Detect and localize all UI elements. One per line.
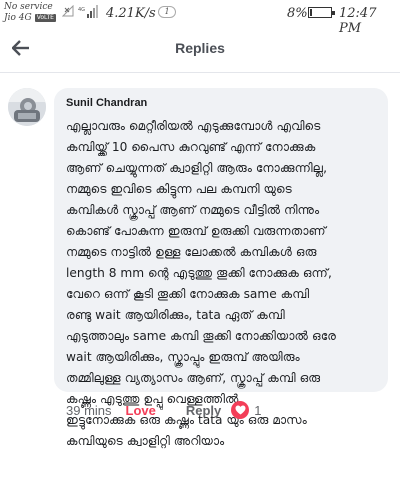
volte-badge: VoLTE [34, 14, 56, 22]
comment-author[interactable]: Sunil Chandran [66, 97, 376, 109]
comment-line: വേറെ ഒന്ന് കൂടി തൂക്കി നോക്കുക same കമ്പ… [66, 287, 310, 301]
comment-line: നമ്മുടെ ഇവിടെ കിട്ടുന്ന പല കമ്പനി യുടെ [66, 182, 292, 196]
comment-actions: 39 mins Love Reply 1 [66, 400, 262, 420]
no-signal-icon [62, 5, 74, 17]
love-button[interactable]: Love [126, 403, 156, 418]
heart-icon[interactable] [231, 401, 250, 419]
battery-cap [332, 11, 335, 15]
heart-glyph [235, 405, 246, 415]
signal-icon: 4G [78, 5, 98, 18]
comment-line: നമ്മുടെ നാട്ടിൽ ഉള്ള ലോക്കൽ കമ്പികൾ ഒരു [66, 245, 317, 259]
comment-timestamp: 39 mins [66, 402, 112, 418]
avatar[interactable] [8, 88, 46, 126]
carrier-label: Jio 4G [4, 13, 32, 23]
comment-line: എടുത്താലും same കമ്പി തൂക്കി നോക്കിയാൽ ഒ… [66, 329, 336, 343]
comment-line: കമ്പിയ്ക്ക് 10 പൈസ കുറവുണ്ട് എന്ന് നോക്ക… [66, 140, 316, 154]
comment-line: ആണ് ചെയ്യുന്നത് ക്വാളിറ്റി ആരും നോക്കുന്… [66, 161, 327, 175]
comment-line: length 8 mm ന്റെ എടുത്തു തൂക്കി നോക്കുക … [66, 266, 332, 280]
notification-badge: 1 [158, 6, 176, 18]
carrier-status: No service [4, 2, 53, 12]
battery-fill [310, 9, 312, 16]
status-bar: No service Jio 4G VoLTE 4G 4.21K/s 1 8% … [0, 0, 400, 36]
battery-percent: 8% [287, 6, 308, 21]
page-title: Replies [175, 40, 225, 56]
reply-button[interactable]: Reply [186, 403, 221, 418]
comment-line: കമ്പിയുടെ ക്വാളിറ്റി അറിയാം [66, 434, 225, 448]
comment-line: രണ്ടു wait ആയിരിക്കും, tata ഏത് കമ്പി [66, 308, 285, 322]
comment-line: എല്ലാവരും മെറ്റീരിയൽ എടുക്കുമ്പോൾ എവിടെ [66, 119, 321, 133]
comment-line: തമ്മിലുള്ള വ്യത്യാസം ആണ്, സ്ക്രാപ്പ് കമ്… [66, 371, 321, 385]
header: Replies [0, 30, 400, 68]
comment-line: wait ആയിരിക്കും, സ്ക്രാപ്പും ഇരുമ്പ് അയി… [66, 350, 300, 364]
header-divider [0, 72, 400, 73]
comment-line: കമ്പികൾ സ്ക്രാപ്പ് ആണ് നമ്മുടെ വീട്ടിൽ ന… [66, 203, 320, 217]
network-speed: 4.21K/s [106, 6, 156, 21]
svg-text:4G: 4G [78, 7, 85, 13]
battery-icon [308, 7, 335, 18]
avatar-image [8, 88, 46, 126]
carrier-name: Jio 4G VoLTE [4, 13, 56, 23]
comment-line: കൊണ്ട് പോകുന്ന ഇരുമ്പ് ഉരുക്കി വരുന്നതാണ… [66, 224, 326, 238]
comment-bubble: Sunil Chandran എല്ലാവരും മെറ്റീരിയൽ എടുക… [54, 88, 388, 448]
reaction-count[interactable]: 1 [254, 403, 261, 418]
